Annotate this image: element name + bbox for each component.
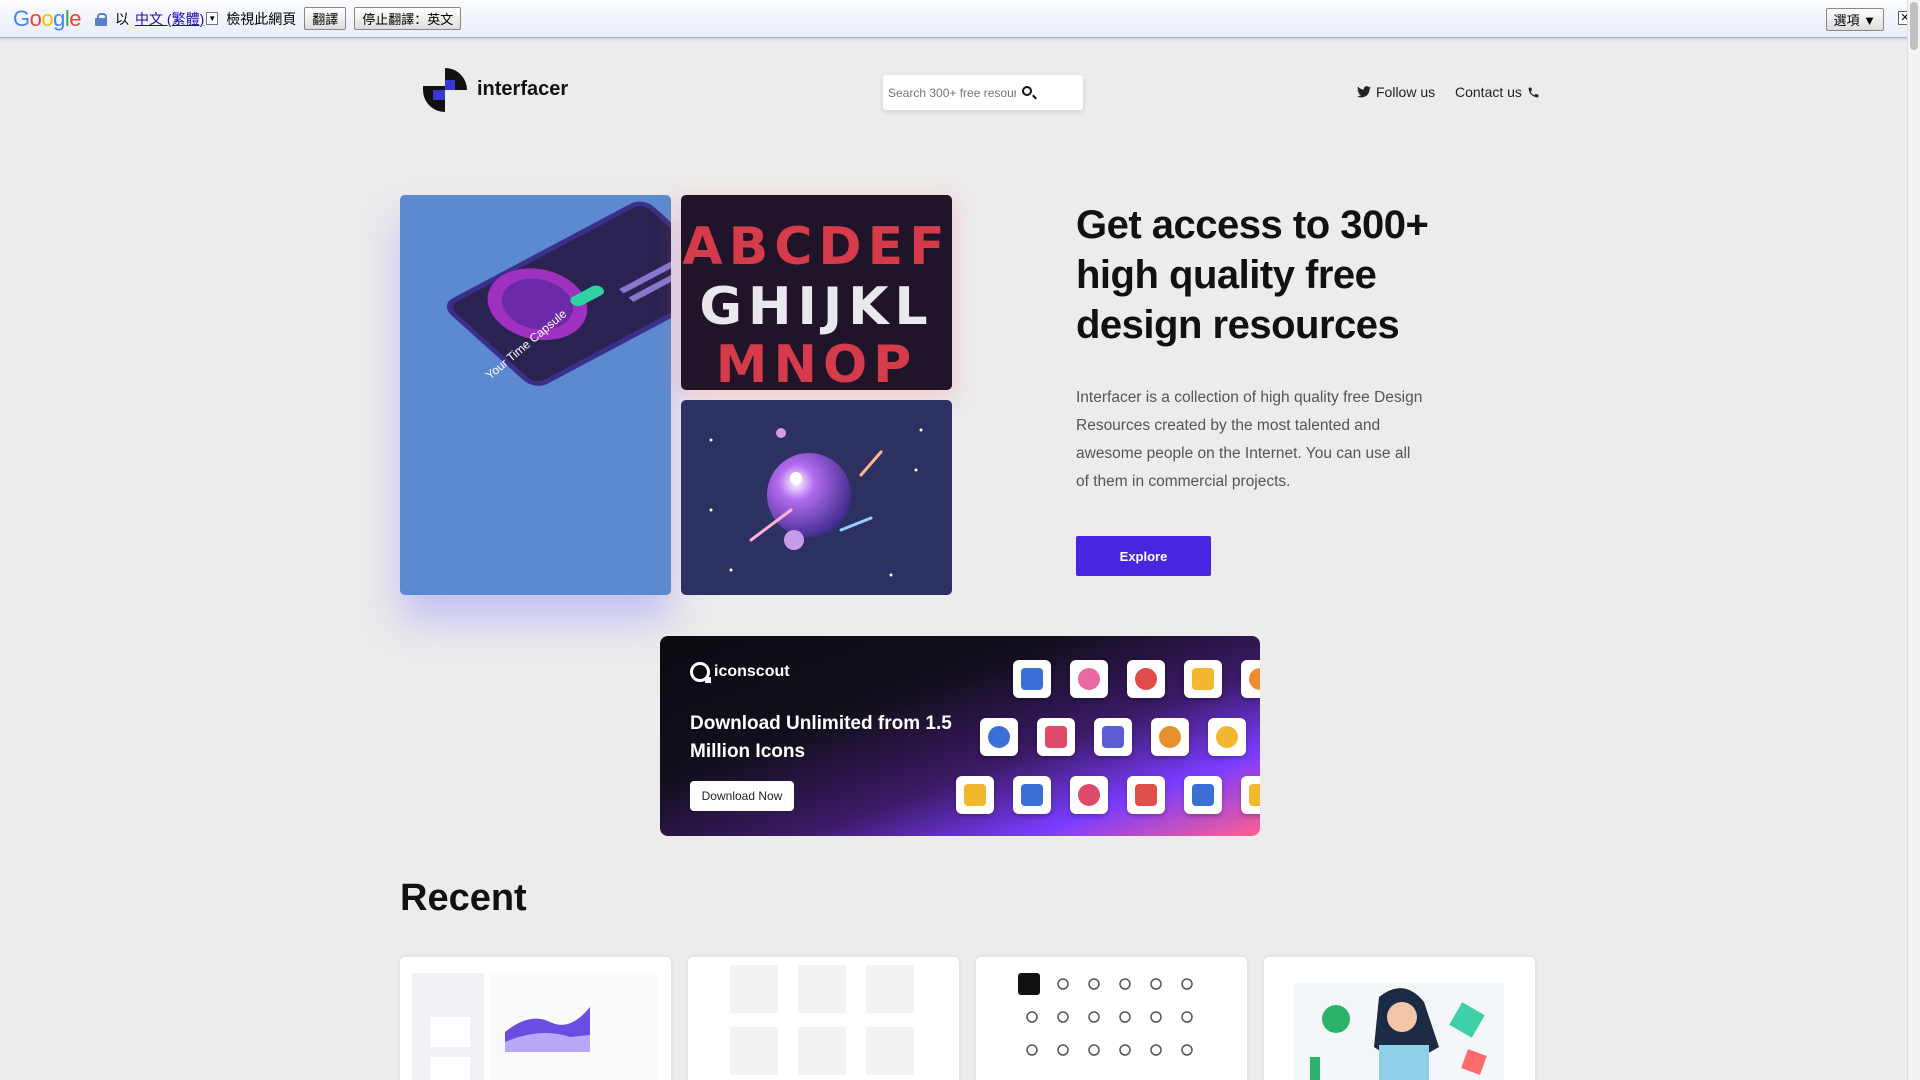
follow-us-link[interactable]: Follow us xyxy=(1357,84,1435,100)
download-now-button[interactable]: Download Now xyxy=(690,781,794,811)
phone-icon xyxy=(1528,87,1539,97)
badge-icon xyxy=(1208,718,1246,756)
planet-illustration xyxy=(709,428,923,577)
burger-icon xyxy=(1151,718,1189,756)
search-box[interactable] xyxy=(883,75,1083,110)
iconscout-logo: iconscout xyxy=(690,662,790,683)
camera-icon xyxy=(1184,776,1222,814)
search-icon[interactable] xyxy=(1022,86,1032,96)
language-dropdown-icon[interactable]: ▼ xyxy=(206,12,219,25)
icon-set-thumbnail xyxy=(1018,973,1193,1056)
bag-icon xyxy=(956,776,994,814)
letters-row-3: MNOP xyxy=(715,335,918,390)
follow-us-label: Follow us xyxy=(1376,84,1436,100)
twitter-icon xyxy=(1357,86,1371,98)
iconscout-logo-icon xyxy=(690,662,711,683)
interfacer-logo-icon[interactable] xyxy=(419,64,471,116)
briefcase-icon xyxy=(1241,776,1260,814)
recent-card[interactable] xyxy=(400,957,671,1080)
options-button[interactable]: 選項 ▼ xyxy=(1825,8,1884,31)
iconscout-logo-text: iconscout xyxy=(714,663,790,680)
hero-description: Interfacer is a collection of high quali… xyxy=(1076,389,1423,490)
building-icon xyxy=(1013,776,1051,814)
gold-bars-icon xyxy=(1184,660,1222,698)
bank-icon xyxy=(1013,660,1051,698)
brand-name[interactable]: interfacer xyxy=(477,78,568,101)
letters-row-1: ABCDEF xyxy=(682,217,951,277)
google-logo: Google xyxy=(13,5,82,31)
translate-button[interactable]: 翻譯 xyxy=(304,7,347,30)
person-icon xyxy=(1070,660,1108,698)
translate-bar: Google 以 中文 (繁體) ▼ 檢視此網頁 翻譯 停止翻譯：英文 選項 ▼… xyxy=(0,0,1920,38)
contact-us-link[interactable]: Contact us xyxy=(1455,84,1540,100)
recent-card[interactable] xyxy=(976,957,1247,1080)
banner-title: Download Unlimited from 1.5 Million Icon… xyxy=(690,713,952,762)
medal-icon xyxy=(1241,660,1260,698)
recent-title: Recent xyxy=(400,877,527,919)
recent-card[interactable] xyxy=(688,957,959,1080)
letters-image[interactable]: ABCDEF GHIJKL MNOP xyxy=(681,195,952,390)
stop-translate-button[interactable]: 停止翻譯：英文 xyxy=(354,7,462,30)
woman-illustration-thumbnail xyxy=(1294,983,1504,1080)
letters-row-2: GHIJKL xyxy=(699,277,934,337)
box-icon xyxy=(1127,776,1165,814)
view-page-text: 檢視此網頁 xyxy=(226,10,297,27)
lock-icon xyxy=(95,12,108,26)
recent-card[interactable] xyxy=(1264,957,1535,1080)
search-input[interactable] xyxy=(888,85,1016,100)
scrollbar-thumb[interactable] xyxy=(1910,2,1918,50)
phone-illustration: Your Time Capsule xyxy=(446,201,671,386)
dashboard-thumbnail xyxy=(412,973,658,1080)
calendar-icon xyxy=(1094,718,1132,756)
pointer-icon xyxy=(1070,776,1108,814)
icon-grid-thumbnail xyxy=(730,965,914,1075)
contact-us-label: Contact us xyxy=(1455,84,1522,100)
hero-title: Get access to 300+ high quality free des… xyxy=(1076,203,1429,347)
target-icon xyxy=(1127,660,1165,698)
puzzle-icon xyxy=(1037,718,1075,756)
worker-icon xyxy=(980,718,1018,756)
scrollbar[interactable] xyxy=(1907,0,1920,1080)
explore-button[interactable]: Explore xyxy=(1076,536,1211,576)
iconscout-banner[interactable]: iconscout Download Unlimited from 1.5 Mi… xyxy=(660,636,1260,836)
translate-prefix: 以 xyxy=(115,10,130,27)
language-link[interactable]: 中文 (繁體) xyxy=(135,9,204,29)
planet-image[interactable] xyxy=(681,400,952,595)
phone-mockup-image[interactable]: Your Time Capsule xyxy=(400,195,671,595)
